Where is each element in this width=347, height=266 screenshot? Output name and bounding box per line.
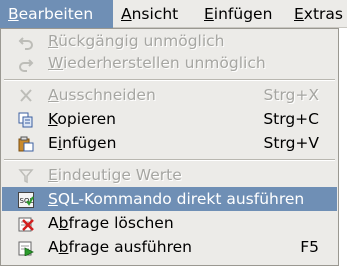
menu-item-shortcut: Strg+X	[263, 86, 319, 104]
menu-extras[interactable]: Extras	[286, 0, 347, 28]
background-editor-right	[339, 28, 347, 266]
clear-query-icon	[18, 215, 34, 232]
menu-item-label: Wiederherstellen unmöglich	[48, 54, 266, 72]
menu-item-shortcut: Strg+C	[263, 110, 319, 128]
menu-ansicht[interactable]: Ansicht	[113, 0, 196, 28]
menu-bearbeiten-label: Bearbeiten	[8, 5, 94, 23]
menu-item-label: Abfrage ausführen	[48, 238, 192, 256]
menu-item-label: SQL-Kommando direkt ausführen	[48, 190, 305, 208]
menu-item-redo[interactable]: Wiederherstellen unmöglich	[2, 51, 337, 75]
menu-item-distinct-values[interactable]: Eindeutige Werte	[2, 163, 337, 187]
paste-icon	[18, 135, 34, 152]
menu-extras-label: Extras	[294, 5, 343, 23]
menu-item-label: Rückgängig unmöglich	[48, 32, 225, 50]
copy-icon	[18, 111, 34, 128]
sql-icon: SQL	[18, 191, 34, 208]
menu-item-clear-query[interactable]: Abfrage löschen	[2, 211, 337, 235]
menu-ansicht-label: Ansicht	[121, 5, 179, 23]
menu-item-paste[interactable]: Einfügen Strg+V	[2, 131, 337, 155]
menu-item-label: Einfügen	[48, 134, 117, 152]
menu-item-cut[interactable]: Ausschneiden Strg+X	[2, 83, 337, 107]
menu-item-undo[interactable]: Rückgängig unmöglich	[2, 29, 337, 53]
menu-item-run-query[interactable]: Abfrage ausführen F5	[2, 235, 337, 259]
menu-item-run-sql-direct[interactable]: SQL SQL-Kommando direkt ausführen	[2, 187, 337, 211]
distinct-values-icon	[18, 167, 34, 184]
menu-einfuegen-label: Einfügen	[204, 5, 273, 23]
edit-menu-dropdown: Rückgängig unmöglich Wiederherstellen un…	[0, 28, 339, 266]
run-query-icon	[18, 239, 34, 257]
menu-item-shortcut: F5	[300, 238, 319, 256]
menu-separator	[4, 159, 335, 161]
menu-einfuegen[interactable]: Einfügen	[196, 0, 294, 28]
menu-item-label: Ausschneiden	[48, 86, 156, 104]
menubar: Bearbeiten Ansicht Einfügen Extras	[0, 0, 347, 28]
menu-separator	[4, 79, 335, 81]
cut-icon	[18, 87, 34, 103]
menu-item-copy[interactable]: Kopieren Strg+C	[2, 107, 337, 131]
menu-bearbeiten[interactable]: Bearbeiten	[0, 0, 113, 28]
undo-icon	[18, 33, 34, 50]
menu-item-label: Eindeutige Werte	[48, 166, 182, 184]
menu-item-label: Abfrage löschen	[48, 214, 174, 232]
menu-item-label: Kopieren	[48, 110, 116, 128]
redo-icon	[18, 55, 34, 72]
menu-item-shortcut: Strg+V	[263, 134, 319, 152]
